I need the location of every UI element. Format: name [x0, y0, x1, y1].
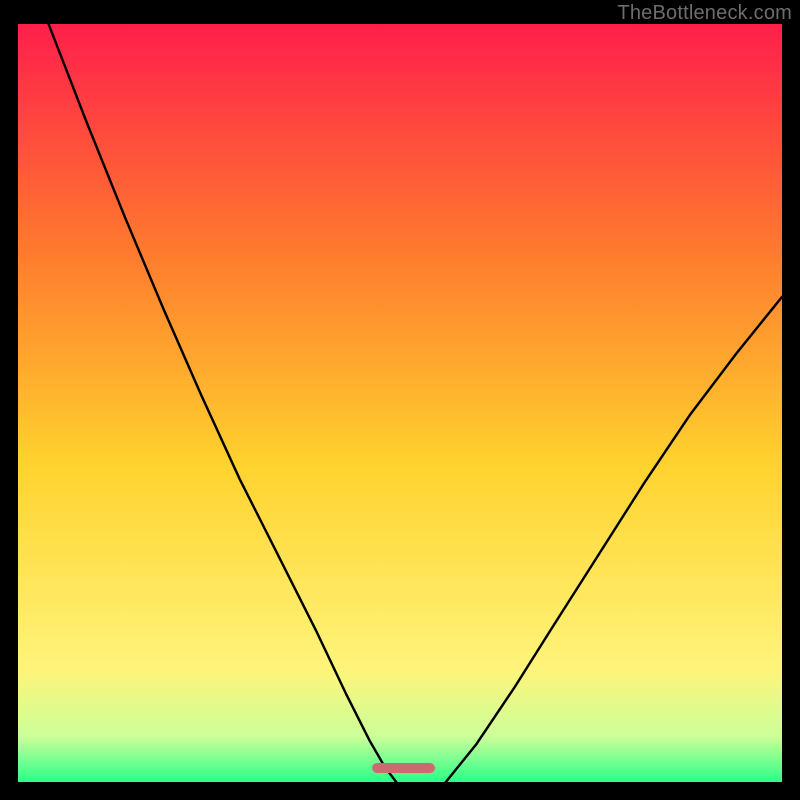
vertex-marker — [372, 763, 435, 773]
plot-frame — [18, 24, 782, 782]
plot-svg — [18, 24, 782, 782]
gradient-background — [18, 24, 782, 782]
watermark-text: TheBottleneck.com — [617, 2, 792, 25]
chart-container: TheBottleneck.com — [0, 0, 800, 800]
